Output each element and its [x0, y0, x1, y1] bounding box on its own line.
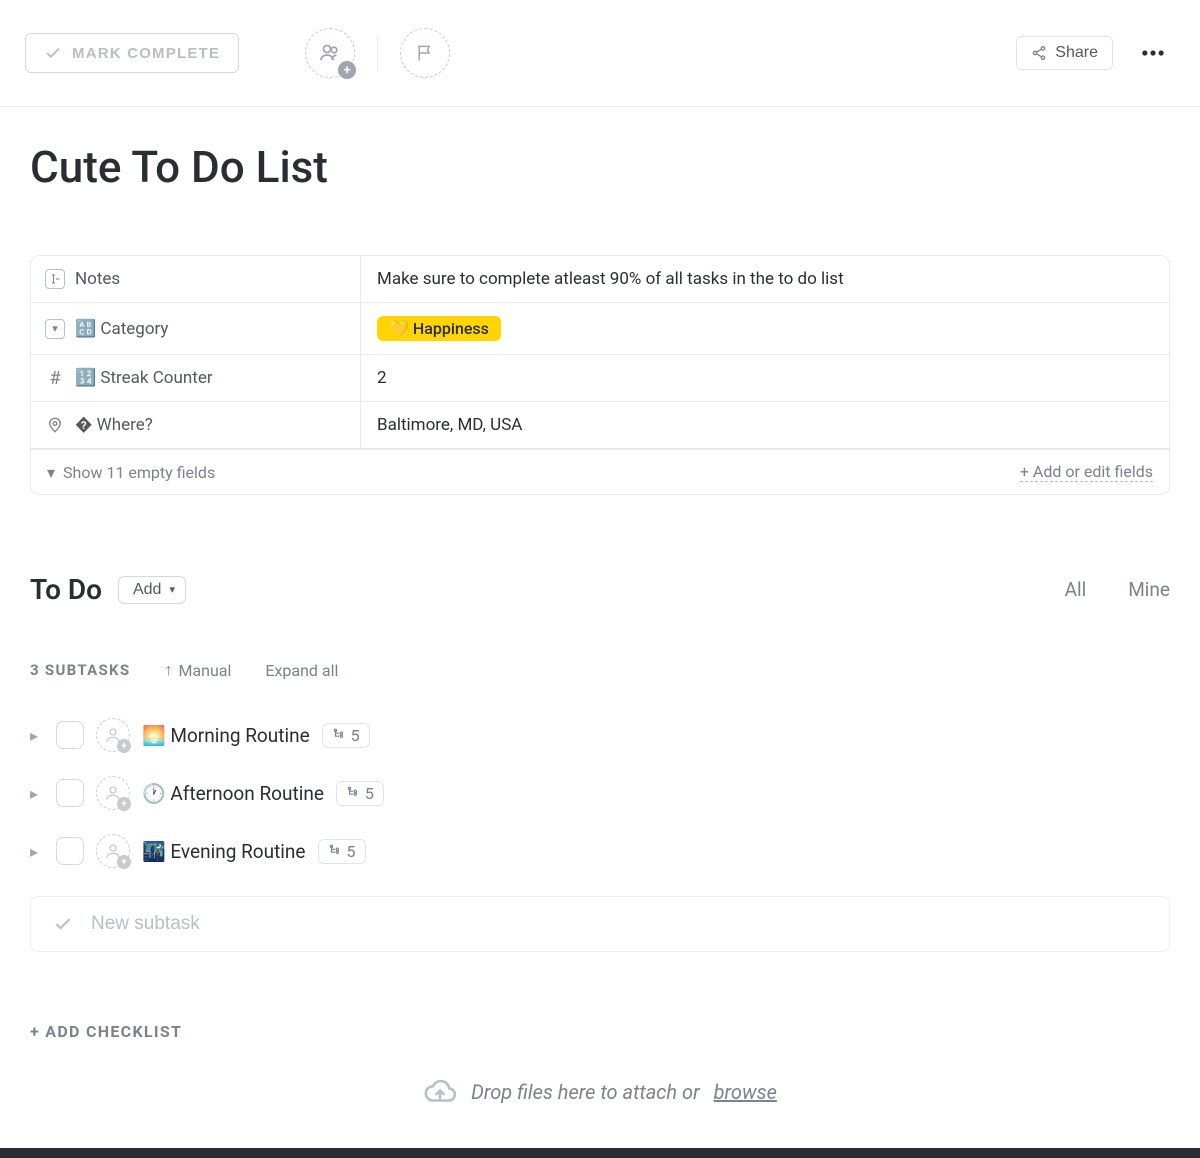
filter-all[interactable]: All — [1065, 578, 1087, 601]
field-value-notes[interactable]: Make sure to complete atleast 90% of all… — [361, 256, 1169, 302]
check-icon — [44, 44, 62, 62]
subtask-count-badge[interactable]: 5 — [322, 723, 370, 748]
add-assignee-button[interactable]: + — [305, 28, 355, 78]
dropzone-text: Drop files here to attach or — [471, 1080, 700, 1104]
caret-down-icon: ▾ — [47, 463, 55, 482]
browse-link[interactable]: browse — [714, 1080, 777, 1104]
plus-badge-icon: + — [338, 61, 356, 79]
field-value-streak[interactable]: 2 — [361, 355, 1169, 401]
subtask-count: 5 — [365, 784, 374, 803]
show-empty-label: Show 11 empty fields — [63, 463, 215, 482]
section-header: To Do Add ▾ All Mine — [30, 573, 1170, 606]
new-subtask-input[interactable] — [91, 913, 1147, 935]
subtask-icon — [346, 786, 360, 800]
field-label-text: 🔠 Category — [75, 319, 168, 339]
task-checkbox[interactable] — [56, 721, 84, 749]
share-button[interactable]: Share — [1016, 36, 1113, 70]
text-field-icon — [45, 269, 65, 289]
field-row-streak: # 🔢 Streak Counter 2 — [31, 355, 1169, 402]
caret-down-icon: ▾ — [169, 583, 175, 596]
assignee-button[interactable]: + — [96, 718, 130, 752]
toolbar: MARK COMPLETE + Share — [0, 0, 1200, 107]
more-horizontal-icon — [1139, 39, 1167, 67]
task-row: ▸ + 🌃 Evening Routine 5 — [30, 822, 1170, 880]
section-title: To Do — [30, 573, 102, 606]
add-checklist-button[interactable]: + ADD CHECKLIST — [30, 1022, 1170, 1041]
field-label-text: Notes — [75, 269, 120, 289]
subtasks-count: 3 SUBTASKS — [30, 661, 130, 679]
mark-complete-label: MARK COMPLETE — [72, 45, 220, 62]
task-row: ▸ + 🌅 Morning Routine 5 — [30, 706, 1170, 764]
expand-caret[interactable]: ▸ — [30, 784, 44, 803]
fields-box: Notes Make sure to complete atleast 90% … — [30, 255, 1170, 495]
expand-all-button[interactable]: Expand all — [265, 661, 338, 680]
plus-badge-icon: + — [117, 739, 131, 753]
task-title[interactable]: 🌅 Morning Routine — [142, 724, 310, 747]
sort-label: Manual — [178, 661, 231, 680]
task-checkbox[interactable] — [56, 837, 84, 865]
expand-caret[interactable]: ▸ — [30, 842, 44, 861]
field-label-notes[interactable]: Notes — [31, 256, 361, 302]
field-label-category[interactable]: ▾ 🔠 Category — [31, 303, 361, 354]
check-icon — [53, 914, 73, 934]
plus-badge-icon: + — [117, 797, 131, 811]
assignee-button[interactable]: + — [96, 776, 130, 810]
show-empty-fields-button[interactable]: ▾ Show 11 empty fields — [47, 463, 215, 482]
attachment-dropzone[interactable]: Drop files here to attach or browse — [30, 1075, 1170, 1109]
subtask-count: 5 — [351, 726, 360, 745]
assignee-button[interactable]: + — [96, 834, 130, 868]
content: Cute To Do List Notes Make sure to compl… — [0, 107, 1200, 1109]
page-title[interactable]: Cute To Do List — [30, 141, 1170, 193]
mark-complete-button[interactable]: MARK COMPLETE — [25, 33, 239, 73]
add-edit-fields-button[interactable]: + Add or edit fields — [1020, 462, 1153, 482]
field-row-category: ▾ 🔠 Category 💛 Happiness — [31, 303, 1169, 355]
field-row-notes: Notes Make sure to complete atleast 90% … — [31, 256, 1169, 303]
flag-icon — [415, 43, 435, 63]
task-title[interactable]: 🕐 Afternoon Routine — [142, 782, 324, 805]
subtask-count-badge[interactable]: 5 — [336, 781, 384, 806]
field-label-streak[interactable]: # 🔢 Streak Counter — [31, 355, 361, 401]
task-checkbox[interactable] — [56, 779, 84, 807]
arrow-up-icon: ↑ — [164, 660, 172, 680]
expand-caret[interactable]: ▸ — [30, 726, 44, 745]
field-label-text: � Where? — [75, 415, 153, 435]
subtask-icon — [328, 844, 342, 858]
people-icon — [318, 41, 342, 65]
task-list: ▸ + 🌅 Morning Routine 5 ▸ + 🕐 Afternoon … — [30, 706, 1170, 952]
filter-mine[interactable]: Mine — [1128, 578, 1170, 601]
location-field-icon — [45, 415, 65, 435]
field-row-where: � Where? Baltimore, MD, USA — [31, 402, 1169, 449]
task-row: ▸ + 🕐 Afternoon Routine 5 — [30, 764, 1170, 822]
toolbar-separator — [377, 35, 378, 71]
number-field-icon: # — [45, 368, 65, 388]
subtask-count: 5 — [347, 842, 356, 861]
bottom-bar — [0, 1148, 1200, 1158]
more-button[interactable] — [1131, 35, 1175, 71]
new-subtask-row — [30, 896, 1170, 952]
cloud-upload-icon — [423, 1075, 457, 1109]
share-label: Share — [1055, 44, 1098, 62]
fields-footer: ▾ Show 11 empty fields + Add or edit fie… — [31, 449, 1169, 494]
subtask-count-badge[interactable]: 5 — [318, 839, 366, 864]
dropdown-field-icon: ▾ — [45, 319, 65, 339]
flag-button[interactable] — [400, 28, 450, 78]
share-icon — [1031, 45, 1047, 61]
plus-badge-icon: + — [117, 855, 131, 869]
task-title[interactable]: 🌃 Evening Routine — [142, 840, 306, 863]
field-value-category[interactable]: 💛 Happiness — [361, 303, 1169, 354]
field-label-text: 🔢 Streak Counter — [75, 368, 213, 388]
subtasks-bar: 3 SUBTASKS ↑ Manual Expand all — [30, 660, 1170, 680]
sort-button[interactable]: ↑ Manual — [164, 660, 231, 680]
field-value-where[interactable]: Baltimore, MD, USA — [361, 402, 1169, 448]
category-tag: 💛 Happiness — [377, 316, 501, 341]
add-dropdown-button[interactable]: Add ▾ — [118, 576, 186, 604]
field-label-where[interactable]: � Where? — [31, 402, 361, 448]
subtask-icon — [332, 728, 346, 742]
add-label: Add — [133, 581, 161, 599]
